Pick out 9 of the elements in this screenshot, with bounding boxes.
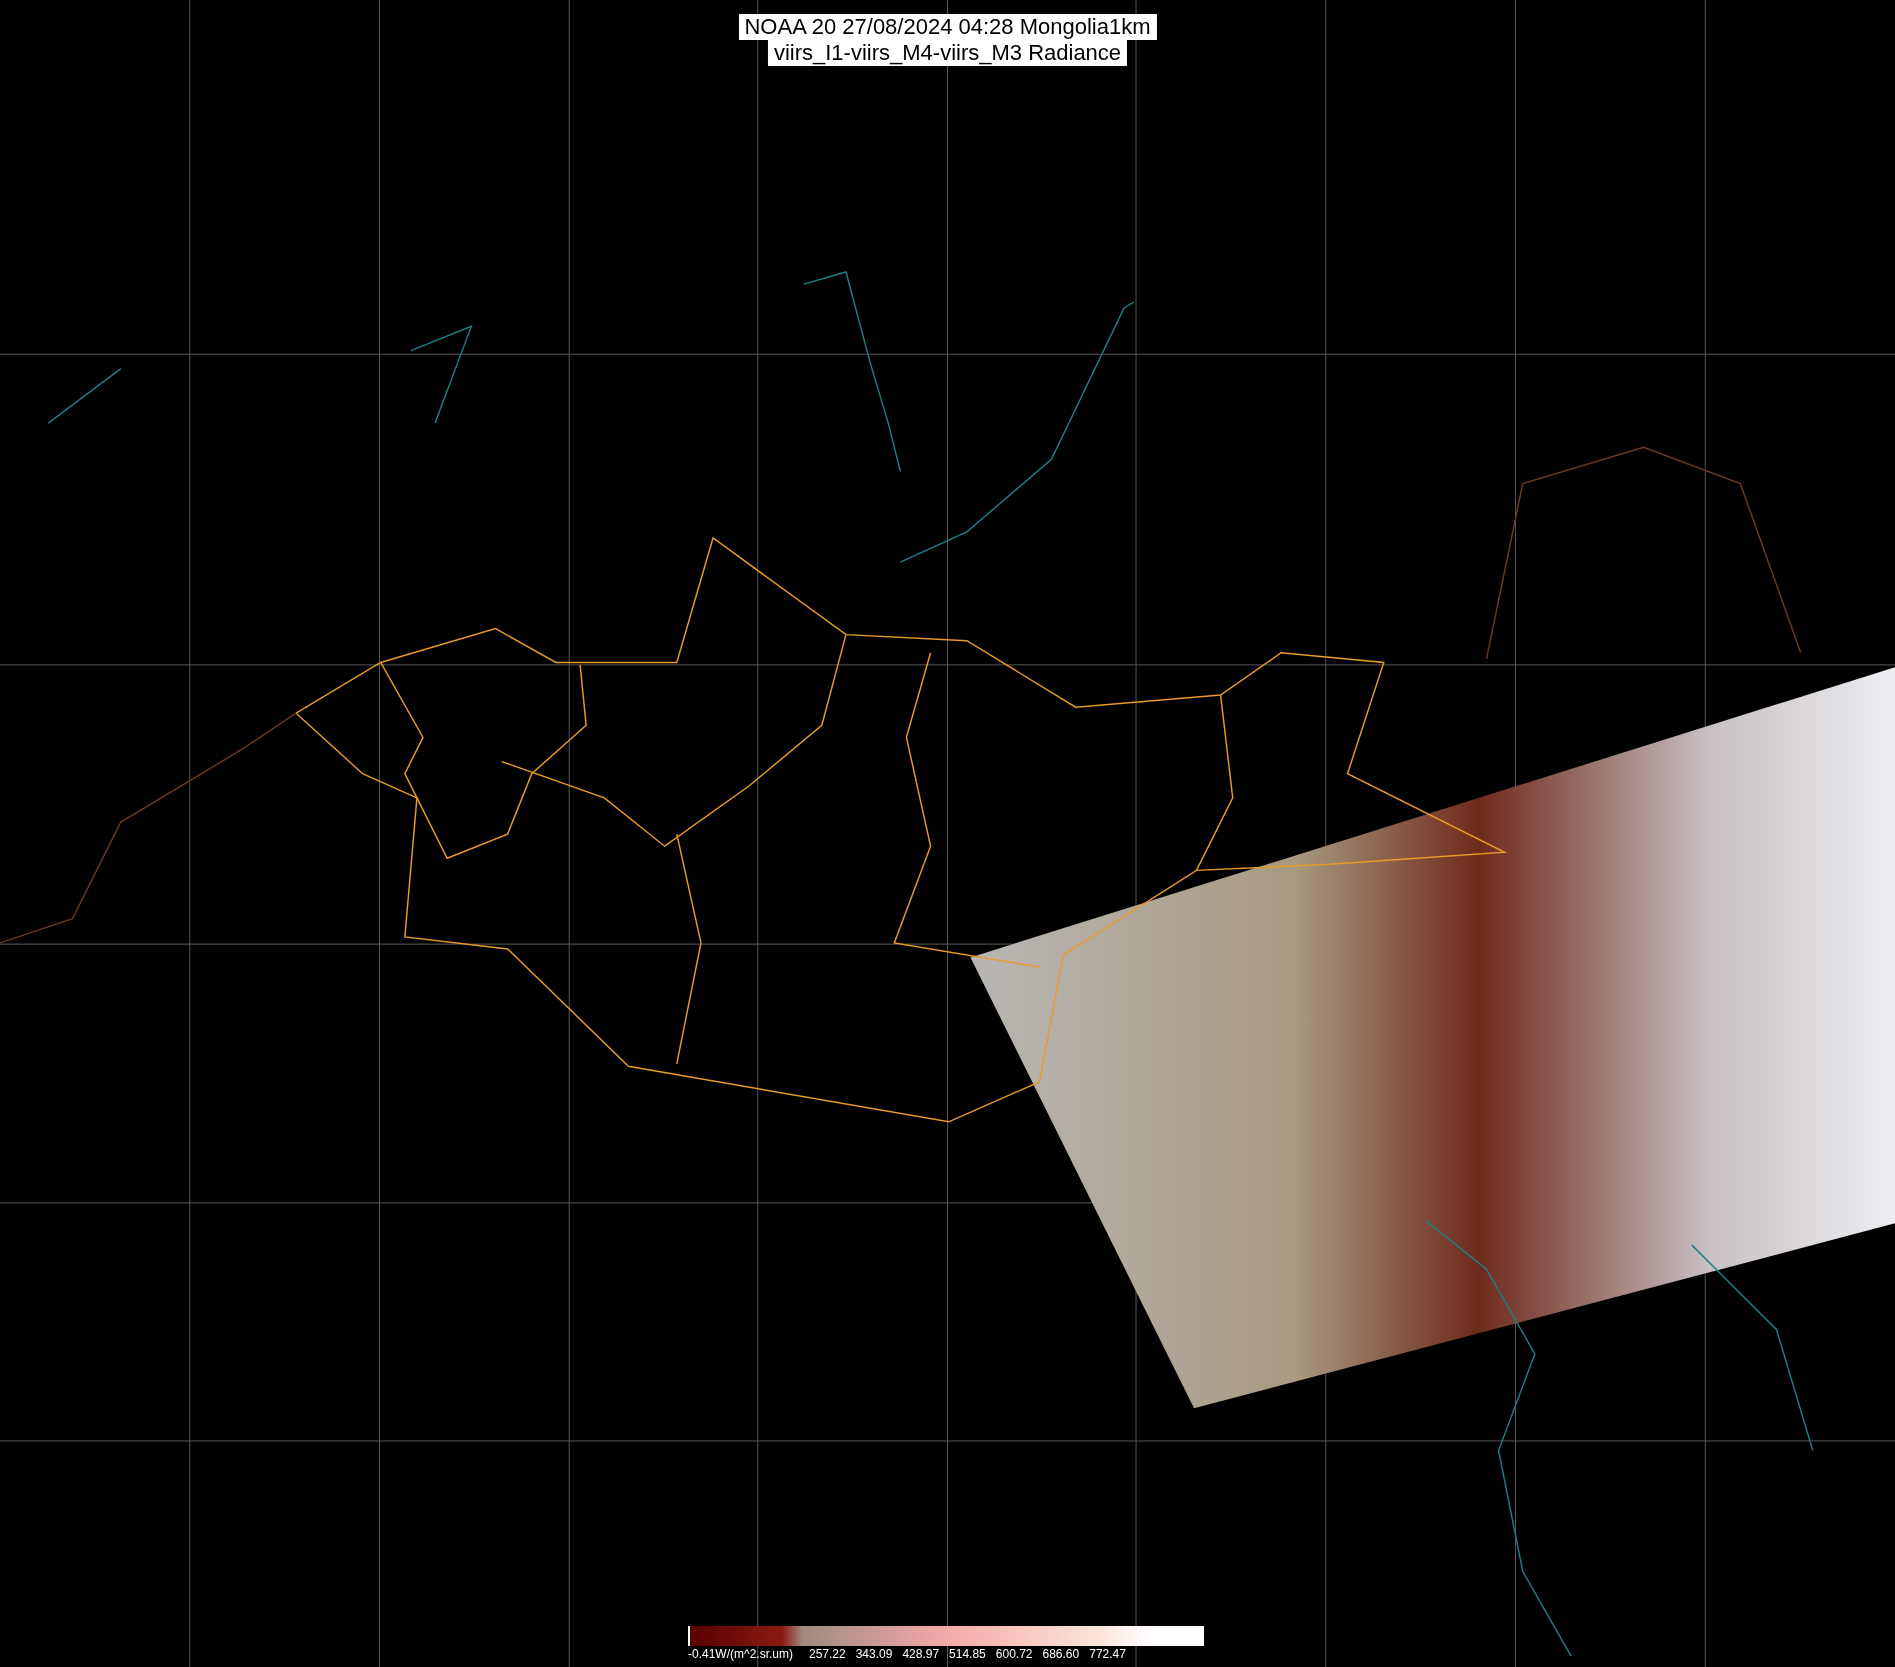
map-title: NOAA 20 27/08/2024 04:28 Mongolia1km viirs_I1-viirs_M4-viirs_M3 Radiance	[738, 14, 1157, 66]
scale-tick-label: 343.09	[855, 1646, 893, 1662]
scale-unit-label: -0.41W/(m^2.sr.um)	[688, 1646, 793, 1662]
scale-tick-label: 257.22	[809, 1646, 846, 1662]
scale-tick-label: 514.85	[949, 1646, 986, 1662]
scale-tick-label: 428.97	[902, 1646, 940, 1662]
scale-tick-label: 772.47	[1089, 1646, 1126, 1662]
scale-tick-label: 600.72	[995, 1646, 1033, 1662]
scale-tick-label: 686.60	[1042, 1646, 1080, 1662]
